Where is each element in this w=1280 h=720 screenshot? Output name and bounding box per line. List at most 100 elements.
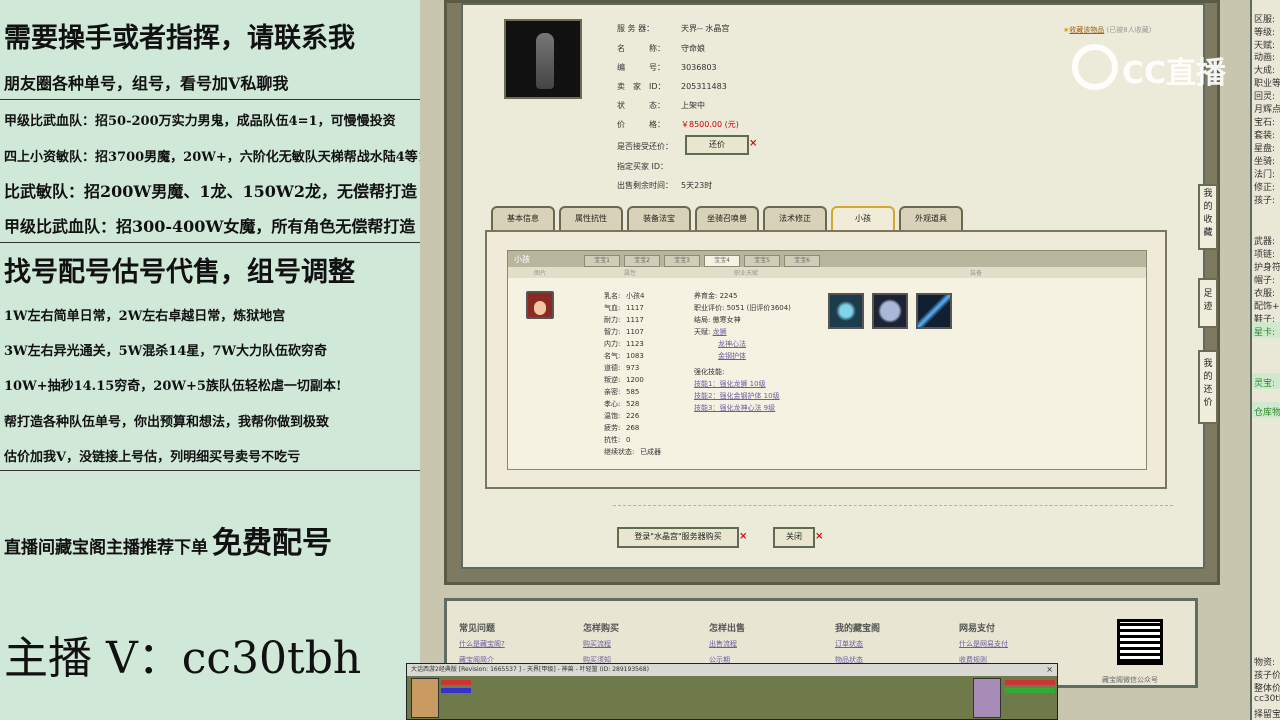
talent-link[interactable]: 龙狮 [713,328,727,336]
talent-link[interactable]: 龙神心法 [718,339,746,349]
dashed-separator [613,505,1173,506]
info-value: 3036803 [681,63,717,72]
right-line: 动画: [1254,53,1276,63]
career-value: 傲寒女神 [712,316,741,324]
stat-row: 智力: 1107 [604,327,644,337]
favorite-link[interactable]: ★收藏该物品 (已被8人收藏) [1063,25,1151,35]
price-value: ￥8500.00 (元) [681,120,739,129]
stat-row: 孝心: 528 [604,399,639,409]
footer-link[interactable]: 出售流程 [709,639,737,649]
overlay-recommend: 直播间藏宝阁主播推荐下单 免费配号 [4,518,332,562]
info-label: 卖 家 ID： [617,82,666,91]
game-window-title: 大话西游2经典版 [Revision: 1665537 ] - 天界[甲级] -… [407,664,1057,676]
stat-label: 亲密: [604,388,621,396]
subtab-baby-1[interactable]: 宝宝1 [584,255,620,267]
info-server: 服 务 器： 天界-- 水晶宫 [617,23,729,34]
game-window[interactable]: 大话西游2经典版 [Revision: 1665537 ] - 天界[甲级] -… [406,663,1058,720]
close-icon: × [749,138,758,149]
info-value: 205311483 [681,82,727,91]
stat-label: 叛逆: [604,376,621,384]
stat-row: 耐力: 1117 [604,315,644,325]
overlay-line: 比武敏队：招200W男魔、1龙、150W2龙，无偿帮打造 [4,182,418,201]
subtab-baby-2[interactable]: 宝宝2 [624,255,660,267]
equipment-wing-icon[interactable] [828,293,864,329]
career-talent: 天赋: 龙狮 [694,327,727,337]
stat-row: 温饱: 226 [604,411,639,421]
subtab-baby-6[interactable]: 宝宝6 [784,255,820,267]
bargain-button[interactable]: 还价 [685,135,749,155]
recommend-prefix: 直播间藏宝阁主播推荐下单 [4,538,208,558]
stat-label: 疲劳: [604,424,621,432]
close-icon[interactable]: × [1046,665,1053,674]
child-card: 小孩 宝宝1 宝宝2 宝宝3 宝宝4 宝宝5 宝宝6 图片 属性 职业天赋 装备… [507,250,1147,470]
tab-appearance[interactable]: 外观道具 [899,206,963,230]
tab-equipment[interactable]: 装备法宝 [627,206,691,230]
tab-attributes[interactable]: 属性抗性 [559,206,623,230]
stat-value: 小孩4 [626,292,645,300]
footer-link[interactable]: 什么是网易支付 [959,639,1008,649]
info-value: 守命娘 [681,44,705,53]
my-favorites-button[interactable]: 我的收藏 [1198,184,1218,250]
footer-link[interactable]: 购买流程 [583,639,611,649]
right-line: 项链: [1254,250,1276,260]
stat-label: 道德: [604,364,621,372]
col-equip: 装备 [970,270,983,277]
info-price: 价 格： ￥8500.00 (元) [617,119,739,130]
favorite-count: (已被8人收藏) [1106,26,1152,34]
right-line: 物资: [1254,658,1276,668]
info-bargain: 是否接受还价： [617,141,681,152]
overlay-line: 甲级比武血队：招50-200万实力男鬼，成品队伍4=1，可慢慢投资 [4,114,396,129]
info-label: 状 态： [617,101,665,110]
tab-mounts[interactable]: 坐骑召唤兽 [695,206,759,230]
info-name: 名 称： 守命娘 [617,43,705,54]
overlay-line: 10W+抽秒14.15穷奇，20W+5族队伍轻松虐一切副本! [4,379,342,394]
subtab-baby-4[interactable]: 宝宝4 [704,255,740,267]
stat-label: 智力: [604,328,621,336]
divider [0,99,420,100]
footer-link[interactable]: 什么是藏宝阁? [459,639,505,649]
tab-spells[interactable]: 法术修正 [763,206,827,230]
stat-value: 1123 [626,340,644,348]
child-title: 小孩 [514,255,530,264]
stat-row: 叛逆: 1200 [604,375,644,385]
info-status: 状 态： 上架中 [617,100,705,111]
character-avatar [504,19,582,99]
pet-portrait [973,678,1001,718]
right-line: 月辉点: [1254,105,1280,115]
info-label: 指定买家 ID： [617,162,669,171]
close-button[interactable]: 关闭 [773,527,815,548]
tab-basic-info[interactable]: 基本信息 [491,206,555,230]
stat-label: 孝心: [604,400,621,408]
stat-value: 973 [626,364,640,372]
career-label: 职业评价: [694,304,725,312]
skill-link[interactable]: 技能2：强化金钢护体 10级 [694,391,780,401]
info-label: 服 务 器： [617,24,655,33]
skill-link[interactable]: 技能3：强化龙神心法 9级 [694,403,775,413]
tab-child[interactable]: 小孩 [831,206,895,230]
footer-col-title: 网易支付 [959,624,996,634]
my-bargains-button[interactable]: 我的还价 [1198,350,1218,424]
footer-link[interactable]: 订单状态 [835,639,863,649]
tab-content: 小孩 宝宝1 宝宝2 宝宝3 宝宝4 宝宝5 宝宝6 图片 属性 职业天赋 装备… [485,230,1167,489]
right-line: 修正: [1254,183,1276,193]
subtab-baby-5[interactable]: 宝宝5 [744,255,780,267]
right-line: 套装: [1254,131,1276,141]
overlay-line: 甲级比武血队：招300-400W女魔，所有角色无偿帮打造 [4,217,416,236]
talent-link[interactable]: 金钢护体 [718,351,746,361]
stat-value: 268 [626,424,640,432]
equipment-armor-icon[interactable] [872,293,908,329]
right-line: 灵宝: [1254,379,1276,389]
skill-link[interactable]: 技能1：强化龙狮 10级 [694,379,766,389]
right-line: 孩子价: [1254,671,1280,681]
info-label: 出售剩余时间： [617,181,673,190]
stat-row: 疲劳: 268 [604,423,639,433]
subtab-baby-3[interactable]: 宝宝3 [664,255,700,267]
stat-label: 名气: [604,352,621,360]
hp-bar [441,680,471,685]
footprint-button[interactable]: 足迹 [1198,278,1218,328]
right-line: 仓库物: [1254,408,1280,418]
character-figure [536,33,554,89]
stat-row: 名气: 1083 [604,351,644,361]
buy-on-server-button[interactable]: 登录"水晶宫"服务器购买 [617,527,739,548]
equipment-sword-icon[interactable] [916,293,952,329]
